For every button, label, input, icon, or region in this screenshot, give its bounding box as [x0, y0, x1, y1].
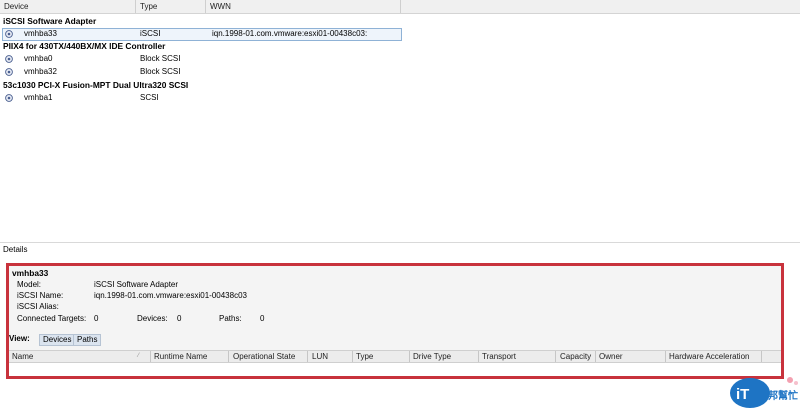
column-header-type[interactable]: Type: [353, 351, 410, 362]
adapter-row-vmhba0[interactable]: vmhba0 Block SCSI: [0, 53, 800, 65]
column-header-operational-state[interactable]: Operational State: [230, 351, 308, 362]
hba-icon: [5, 94, 13, 102]
devices-grid-body: [9, 363, 781, 376]
model-label: Model:: [17, 280, 42, 289]
ithome-watermark-logo: iT 邦幫忙: [730, 377, 798, 408]
device-wwn: iqn.1998-01.com.vmware:esxi01-00438c03:: [212, 29, 368, 38]
device-type: iSCSI: [140, 29, 161, 38]
column-header-owner[interactable]: Owner: [596, 351, 666, 362]
hba-icon: [5, 30, 13, 38]
view-label: View:: [9, 334, 30, 343]
column-header-lun[interactable]: LUN: [309, 351, 353, 362]
iscsi-alias-label: iSCSI Alias:: [17, 302, 59, 311]
device-name: vmhba0: [24, 54, 53, 63]
group-header-iscsi-software-adapter: iSCSI Software Adapter: [3, 16, 97, 26]
paths-value: 0: [260, 314, 265, 323]
device-type: SCSI: [140, 93, 159, 102]
group-header-piix4-ide-controller: PIIX4 for 430TX/440BX/MX IDE Controller: [3, 41, 166, 51]
device-type: Block SCSI: [140, 54, 181, 63]
adapter-row-vmhba32[interactable]: vmhba32 Block SCSI: [0, 66, 800, 78]
paths-label: Paths:: [219, 314, 242, 323]
column-header-hardware-acceleration[interactable]: Hardware Acceleration: [666, 351, 762, 362]
hba-icon: [5, 55, 13, 63]
connected-targets-value: 0: [94, 314, 99, 323]
column-header-device[interactable]: Device: [0, 0, 136, 13]
adapter-row-vmhba33[interactable]: vmhba33 iSCSI iqn.1998-01.com.vmware:esx…: [0, 28, 800, 41]
watermark-text: 邦幫忙: [768, 389, 798, 402]
column-header-transport[interactable]: Transport: [479, 351, 556, 362]
device-name: vmhba32: [24, 67, 57, 76]
iscsi-name-value: iqn.1998-01.com.vmware:esxi01-00438c03: [94, 291, 247, 300]
device-name: vmhba1: [24, 93, 53, 102]
connected-targets-label: Connected Targets:: [17, 314, 87, 323]
devices-grid-header: Name ⁄ Runtime Name Operational State LU…: [9, 350, 781, 363]
group-header-53c1030-scsi: 53c1030 PCI-X Fusion-MPT Dual Ultra320 S…: [3, 80, 189, 90]
adapter-name: vmhba33: [12, 268, 49, 278]
hba-icon: [5, 68, 13, 76]
devices-label: Devices:: [137, 314, 168, 323]
column-header-name[interactable]: Name ⁄: [9, 351, 151, 362]
column-header-runtime-name[interactable]: Runtime Name: [151, 351, 229, 362]
iscsi-name-label: iSCSI Name:: [17, 291, 64, 300]
model-value: iSCSI Software Adapter: [94, 280, 179, 289]
column-header-type[interactable]: Type: [136, 0, 206, 13]
svg-text:iT: iT: [736, 386, 749, 403]
column-header-drive-type[interactable]: Drive Type: [410, 351, 479, 362]
device-name: vmhba33: [24, 29, 57, 38]
details-divider: [0, 242, 800, 243]
details-title: Details: [3, 245, 28, 254]
view-paths-button[interactable]: Paths: [73, 334, 102, 346]
adapter-list-header: Device Type WWN: [0, 0, 800, 14]
devices-value: 0: [177, 314, 182, 323]
details-panel: vmhba33 Model: iSCSI Software Adapter iS…: [6, 263, 784, 379]
column-header-capacity[interactable]: Capacity: [557, 351, 596, 362]
column-header-wwn[interactable]: WWN: [206, 0, 401, 13]
device-type: Block SCSI: [140, 67, 181, 76]
view-devices-button[interactable]: Devices: [39, 334, 76, 346]
sort-indicator-icon: ⁄: [138, 353, 140, 359]
adapter-row-vmhba1[interactable]: vmhba1 SCSI: [0, 92, 800, 104]
